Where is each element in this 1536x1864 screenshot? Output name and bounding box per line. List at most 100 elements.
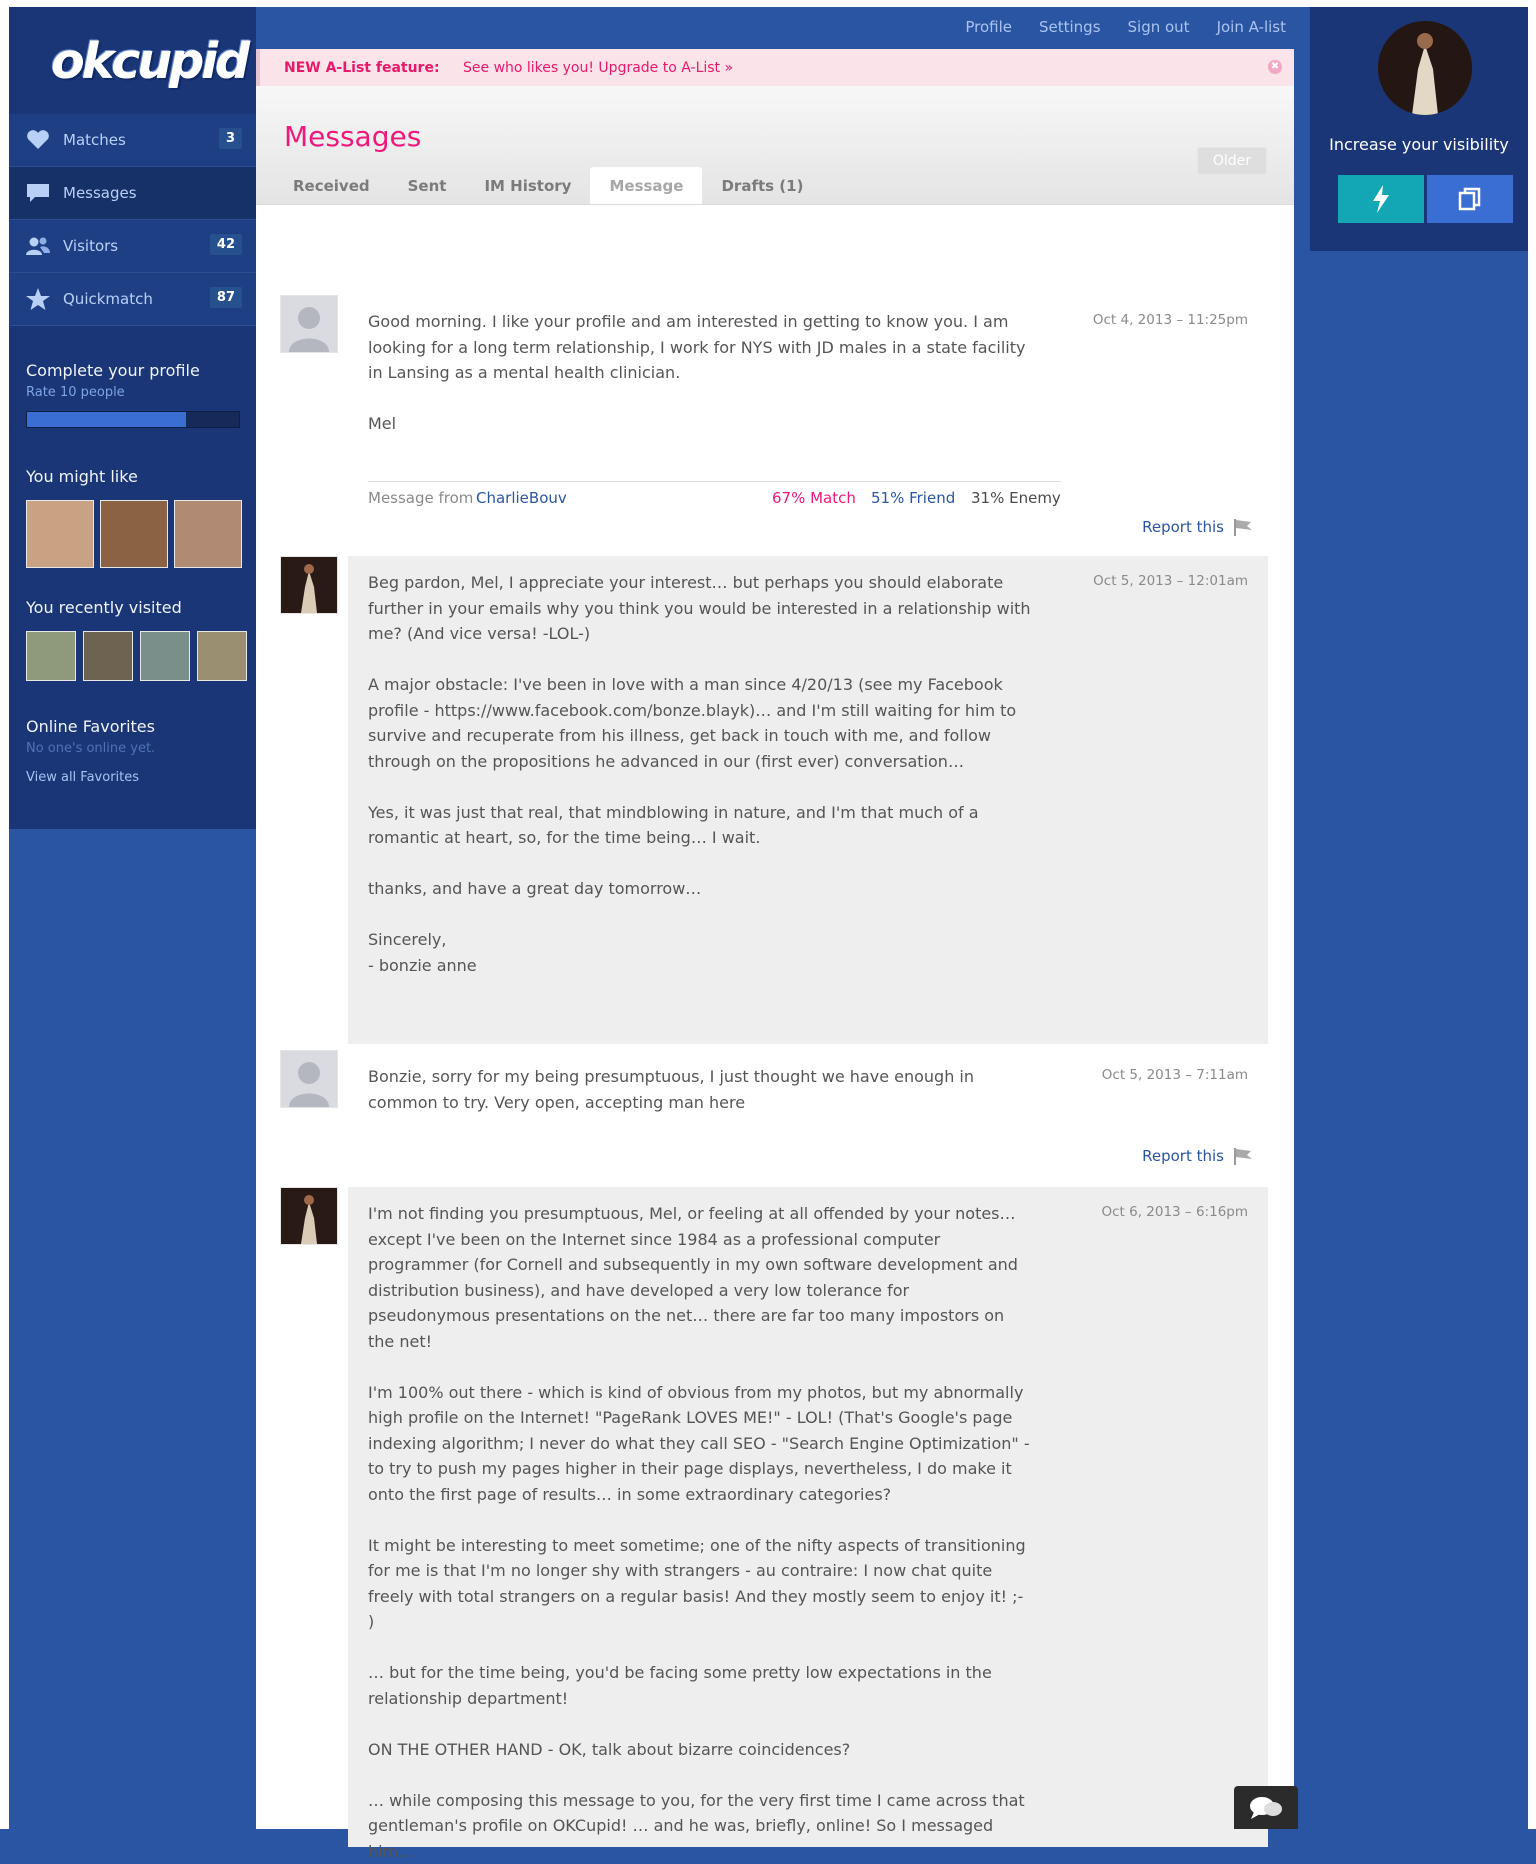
- report-this-link[interactable]: Report this: [1142, 1146, 1254, 1166]
- profile-thumbnail[interactable]: [26, 631, 76, 681]
- nav-join-alist-link[interactable]: Join A-list: [1217, 18, 1286, 36]
- complete-profile-section: Complete your profile Rate 10 people: [26, 361, 240, 428]
- top-frame: [0, 0, 1536, 7]
- profile-thumbnail[interactable]: [174, 500, 242, 568]
- tab-im-history[interactable]: IM History: [465, 167, 590, 204]
- tab-sent[interactable]: Sent: [389, 167, 466, 204]
- speech-bubble-icon: [25, 182, 51, 204]
- avatar[interactable]: [280, 556, 338, 614]
- profile-photo: [281, 557, 337, 613]
- message-item: Good morning. I like your profile and am…: [348, 295, 1268, 551]
- nav-profile-link[interactable]: Profile: [965, 18, 1012, 36]
- tab-message[interactable]: Message: [590, 167, 703, 204]
- profile-thumbnail[interactable]: [26, 500, 94, 568]
- right-panel: Increase your visibility: [1310, 7, 1528, 251]
- report-label: Report this: [1142, 1147, 1224, 1165]
- right-frame: [1528, 0, 1536, 1829]
- left-frame: [0, 0, 9, 1829]
- matches-count-badge: 3: [218, 128, 242, 149]
- alist-banner: NEW A-List feature: See who likes you! U…: [256, 49, 1294, 86]
- my-avatar[interactable]: [1378, 21, 1472, 115]
- main-content: NEW A-List feature: See who likes you! U…: [256, 49, 1294, 1861]
- online-favorites-title: Online Favorites: [26, 717, 155, 736]
- sidebar-item-visitors[interactable]: Visitors 42: [9, 220, 256, 273]
- message-body: Beg pardon, Mel, I appreciate your inter…: [368, 573, 1031, 975]
- default-user-icon: [289, 307, 329, 352]
- okcupid-logo[interactable]: okcupid: [51, 33, 250, 90]
- message-date: Oct 6, 2013 – 6:16pm: [1101, 1204, 1248, 1220]
- profile-photo: [1378, 21, 1472, 115]
- avatar[interactable]: [280, 1187, 338, 1245]
- sender-name-link[interactable]: CharlieBouv: [476, 489, 567, 507]
- top-nav: Profile Settings Sign out Join A-list: [965, 18, 1286, 36]
- banner-heading: NEW A-List feature:: [284, 60, 440, 76]
- might-like-thumbs: [26, 500, 242, 568]
- profile-thumbnail[interactable]: [197, 631, 247, 681]
- quickmatch-count-badge: 87: [209, 287, 242, 308]
- complete-profile-title[interactable]: Complete your profile: [26, 361, 240, 380]
- profile-photo: [281, 1188, 337, 1244]
- report-this-link[interactable]: Report this: [1142, 517, 1254, 537]
- increase-visibility-text: Increase your visibility: [1329, 135, 1509, 154]
- rate-people-link[interactable]: Rate 10 people: [26, 385, 240, 400]
- message-item: I'm not finding you presumptuous, Mel, o…: [348, 1187, 1268, 1861]
- message-item: Beg pardon, Mel, I appreciate your inter…: [348, 556, 1268, 1044]
- boost-button[interactable]: [1338, 175, 1424, 223]
- message-body: Good morning. I like your profile and am…: [368, 312, 1026, 433]
- profile-thumbnail[interactable]: [140, 631, 190, 681]
- people-icon: [25, 235, 51, 257]
- message-from-label: Message from: [368, 489, 474, 507]
- flag-icon: [1234, 519, 1252, 536]
- message-tabs: Received Sent IM History Message Drafts …: [274, 167, 822, 204]
- message-date: Oct 4, 2013 – 11:25pm: [1092, 312, 1248, 328]
- sidebar-item-matches[interactable]: Matches 3: [9, 114, 256, 167]
- recently-visited-section: You recently visited: [26, 598, 247, 681]
- sidebar-item-label: Visitors: [63, 237, 119, 255]
- friend-percent: 51% Friend: [871, 489, 956, 507]
- close-icon[interactable]: ✖: [1268, 60, 1282, 74]
- message-date: Oct 5, 2013 – 7:11am: [1101, 1067, 1248, 1083]
- profile-thumbnail[interactable]: [100, 500, 168, 568]
- match-percent: 67% Match: [772, 489, 856, 507]
- nav-settings-link[interactable]: Settings: [1039, 18, 1101, 36]
- avatar[interactable]: [280, 295, 338, 353]
- enemy-percent: 31% Enemy: [971, 489, 1061, 507]
- sidebar-nav: Matches 3 Messages Visitors 42 Quickmatc…: [9, 114, 256, 326]
- left-sidebar: okcupid Matches 3 Messages Visitors 42 Q…: [9, 7, 256, 829]
- profile-progress-bar: [26, 411, 240, 428]
- default-user-icon: [289, 1062, 329, 1107]
- chat-bubbles-icon: [1250, 1796, 1282, 1819]
- tab-received[interactable]: Received: [274, 167, 389, 204]
- message-footer: Message from CharlieBouv 67% Match 51% F…: [368, 481, 1061, 507]
- message-item: Bonzie, sorry for my being presumptuous,…: [348, 1050, 1268, 1180]
- recently-visited-title: You recently visited: [26, 598, 182, 617]
- sidebar-item-messages[interactable]: Messages: [9, 167, 256, 220]
- no-one-online-text: No one's online yet.: [26, 741, 156, 756]
- avatar[interactable]: [280, 1050, 338, 1108]
- chat-button[interactable]: [1234, 1786, 1298, 1829]
- online-favorites-section: Online Favorites No one's online yet. Vi…: [26, 717, 155, 785]
- nav-signout-link[interactable]: Sign out: [1128, 18, 1190, 36]
- tab-drafts[interactable]: Drafts (1): [702, 167, 822, 204]
- sidebar-item-label: Messages: [63, 184, 137, 202]
- sidebar-item-label: Matches: [63, 131, 126, 149]
- photo-stack-button[interactable]: [1427, 175, 1513, 223]
- flag-icon: [1234, 1148, 1252, 1165]
- message-date: Oct 5, 2013 – 12:01am: [1093, 573, 1248, 589]
- you-might-like-section: You might like: [26, 467, 242, 568]
- you-might-like-title: You might like: [26, 467, 138, 486]
- sidebar-item-quickmatch[interactable]: Quickmatch 87: [9, 273, 256, 326]
- lightning-bolt-icon: [1373, 185, 1389, 213]
- report-label: Report this: [1142, 518, 1224, 536]
- sidebar-item-label: Quickmatch: [63, 290, 153, 308]
- profile-thumbnail[interactable]: [83, 631, 133, 681]
- page-title: Messages: [284, 120, 422, 153]
- upgrade-alist-link[interactable]: See who likes you! Upgrade to A-List »: [463, 60, 733, 76]
- older-button[interactable]: Older: [1196, 147, 1267, 175]
- recently-visited-thumbs: [26, 631, 247, 681]
- message-body: I'm not finding you presumptuous, Mel, o…: [368, 1204, 1030, 1861]
- view-all-favorites-link[interactable]: View all Favorites: [26, 770, 155, 785]
- heart-icon: [25, 129, 51, 151]
- photo-stack-icon: [1458, 187, 1481, 211]
- message-body: Bonzie, sorry for my being presumptuous,…: [368, 1067, 980, 1112]
